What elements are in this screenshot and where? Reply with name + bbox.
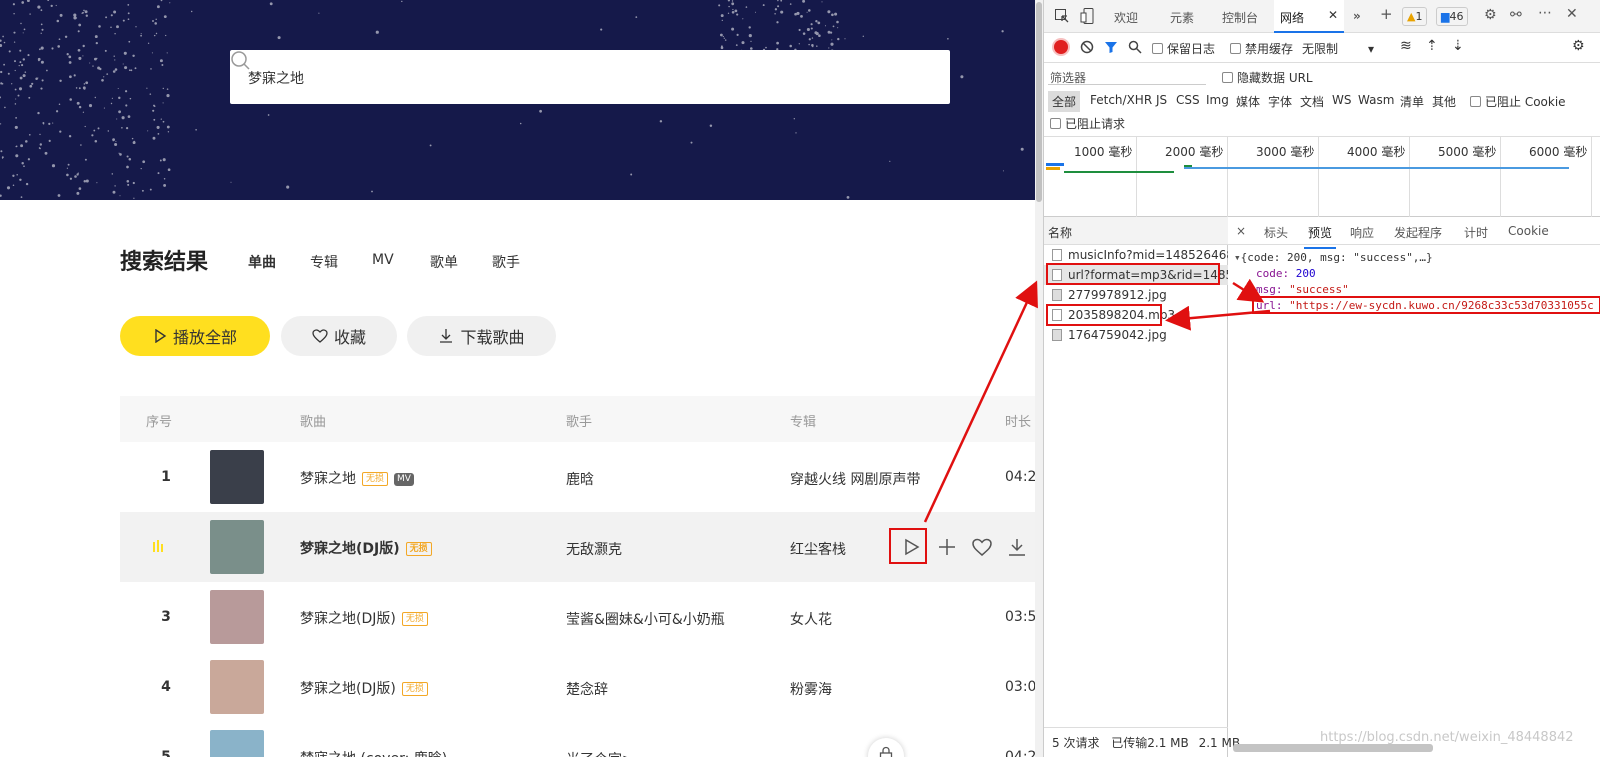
arrow-url-to-mp3 <box>1165 305 1271 331</box>
horizontal-scrollbar[interactable] <box>1233 744 1433 752</box>
watermark: https://blog.csdn.net/weixin_48448842 <box>1320 730 1574 745</box>
arrow-play-to-request <box>923 280 1038 523</box>
arrow-request-to-url <box>1232 278 1265 303</box>
annotation-arrows <box>923 278 1271 523</box>
screen: 梦寐之地 搜索结果 单曲 专辑 MV 歌单 歌手 播放全部 收藏 下载歌曲 序号 <box>0 0 1600 757</box>
